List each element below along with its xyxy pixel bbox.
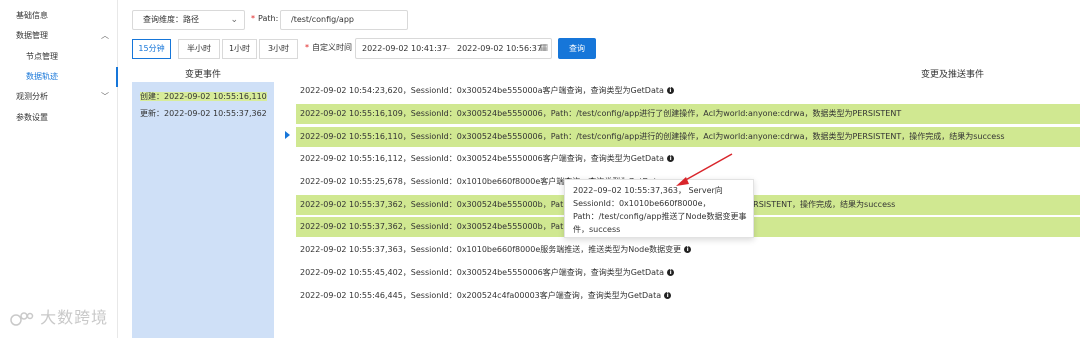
sidebar-item-label: 观测分析 bbox=[16, 92, 48, 101]
dimension-select[interactable]: 查询维度：路径 ⌄ bbox=[132, 10, 245, 30]
sidebar-item-observation[interactable]: 观测分析 ﹀ bbox=[0, 87, 117, 107]
change-event-text: 更新：2022-09-02 10:55:37,362 bbox=[140, 109, 267, 118]
event-row[interactable]: 2022-09-02 10:55:37,363，SessionId：0x1010… bbox=[296, 240, 1080, 260]
end-time: 2022-09-02 10:56:37 bbox=[457, 44, 542, 53]
range-1hour-button[interactable]: 1小时 bbox=[222, 39, 257, 59]
change-events-header: 变更事件 bbox=[185, 70, 222, 80]
sidebar-item-label: 基础信息 bbox=[16, 11, 48, 20]
selected-row-marker-icon bbox=[285, 131, 290, 139]
change-event-item[interactable]: 创建：2022-09-02 10:55:16,110 bbox=[140, 91, 267, 102]
sidebar-item-label: 参数设置 bbox=[16, 113, 48, 122]
path-label: * Path: bbox=[251, 9, 278, 29]
path-label-text: Path: bbox=[258, 14, 279, 23]
tooltip-line: 件，success bbox=[573, 225, 621, 234]
sidebar: 基础信息 数据管理 ︿ 节点管理 数据轨迹 观测分析 ﹀ 参数设置 bbox=[0, 0, 118, 338]
info-icon[interactable]: i bbox=[684, 246, 692, 253]
event-row[interactable]: 2022-09-02 10:55:16,110，SessionId：0x3005… bbox=[296, 127, 1080, 147]
range-15min-button[interactable]: 15分钟 bbox=[132, 39, 171, 59]
sidebar-item-node-management[interactable]: 节点管理 bbox=[0, 47, 117, 67]
calendar-icon: ▦ bbox=[539, 43, 548, 53]
dimension-select-value: 查询维度：路径 bbox=[143, 15, 199, 24]
date-range-picker[interactable]: 2022-09-02 10:41:37 ~ 2022-09-02 10:56:3… bbox=[355, 38, 552, 59]
watermark-text: 大数跨境 bbox=[40, 308, 109, 327]
chevron-down-icon: ﹀ bbox=[101, 92, 109, 101]
event-text: 2022-09-02 10:55:16,112，SessionId：0x3005… bbox=[300, 154, 665, 163]
tooltip-line: Path：/test/config/app推送了Node数据变更事 bbox=[573, 212, 747, 221]
sidebar-item-basic-info[interactable]: 基础信息 bbox=[0, 6, 117, 26]
event-text: 2022-09-02 10:55:16,109，SessionId：0x3005… bbox=[300, 109, 902, 118]
event-row[interactable]: 2022-09-02 10:55:46,445，SessionId：0x2005… bbox=[296, 286, 1080, 306]
info-icon[interactable]: i bbox=[664, 292, 672, 299]
info-icon[interactable]: i bbox=[666, 87, 674, 94]
chevron-up-icon: ︿ bbox=[101, 31, 109, 40]
required-mark: * bbox=[305, 43, 309, 52]
required-mark: * bbox=[251, 14, 255, 23]
sidebar-item-label: 节点管理 bbox=[26, 52, 58, 61]
chevron-down-icon: ⌄ bbox=[230, 15, 238, 25]
range-separator: ~ bbox=[444, 44, 451, 53]
event-text: 2022-09-02 10:55:46,445，SessionId：0x2005… bbox=[300, 291, 662, 300]
event-text: 2022-09-02 10:54:23,620，SessionId：0x3005… bbox=[300, 86, 664, 95]
tooltip-line: SessionId：0x1010be660f8000e， bbox=[573, 199, 711, 208]
event-row[interactable]: 2022-09-02 10:54:23,620，SessionId：0x3005… bbox=[296, 81, 1080, 101]
path-input[interactable]: /test/config/app bbox=[280, 10, 408, 30]
event-row[interactable]: 2022-09-02 10:55:16,109，SessionId：0x3005… bbox=[296, 104, 1080, 124]
change-events-panel: 创建：2022-09-02 10:55:16,110 更新：2022-09-02… bbox=[132, 82, 274, 338]
sidebar-item-data-management[interactable]: 数据管理 ︿ bbox=[0, 26, 117, 46]
sidebar-item-parameters[interactable]: 参数设置 bbox=[0, 108, 117, 128]
custom-time-label-text: 自定义时间 bbox=[312, 43, 352, 52]
event-text: 2022-09-02 10:55:45,402，SessionId：0x3005… bbox=[300, 268, 665, 277]
watermark-logo-icon bbox=[10, 311, 34, 326]
range-3hour-button[interactable]: 3小时 bbox=[259, 39, 298, 59]
sidebar-item-label: 数据管理 bbox=[16, 31, 48, 40]
change-event-item[interactable]: 更新：2022-09-02 10:55:37,362 bbox=[140, 108, 267, 119]
event-text: 2022-09-02 10:55:16,110，SessionId：0x3005… bbox=[300, 132, 1005, 141]
sidebar-item-data-trace[interactable]: 数据轨迹 bbox=[0, 67, 118, 87]
annotation-arrow-icon bbox=[676, 153, 733, 186]
change-event-text: 创建：2022-09-02 10:55:16,110 bbox=[140, 92, 267, 101]
event-text: 2022-09-02 10:55:37,363，SessionId：0x1010… bbox=[300, 245, 682, 254]
custom-time-label: * 自定义时间 bbox=[305, 38, 352, 58]
query-button[interactable]: 查询 bbox=[558, 38, 596, 59]
start-time: 2022-09-02 10:41:37 bbox=[362, 44, 447, 53]
event-row[interactable]: 2022-09-02 10:55:45,402，SessionId：0x3005… bbox=[296, 263, 1080, 283]
info-icon[interactable]: i bbox=[667, 269, 675, 276]
watermark: 大数跨境 bbox=[10, 304, 108, 328]
change-push-events-header: 变更及推送事件 bbox=[921, 70, 985, 80]
sidebar-item-label: 数据轨迹 bbox=[26, 72, 58, 81]
range-half-hour-button[interactable]: 半小时 bbox=[178, 39, 220, 59]
